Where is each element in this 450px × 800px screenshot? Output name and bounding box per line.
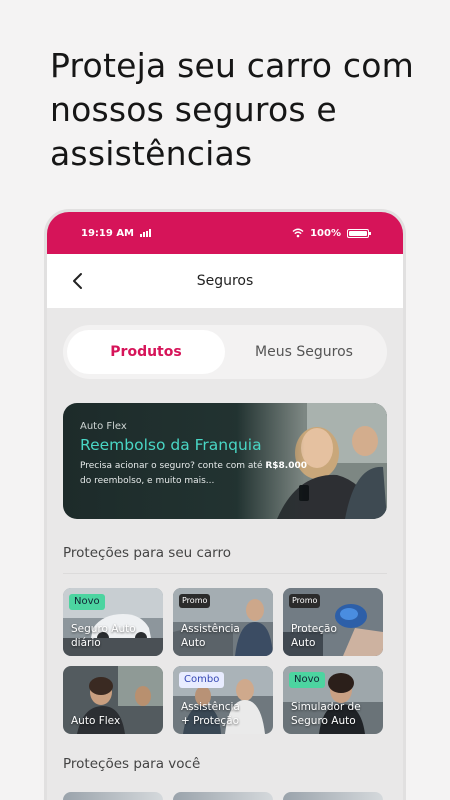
card-assistencia-protecao[interactable]: Combo Assistência + Proteção: [173, 666, 273, 734]
card-label: Simulador de Seguro Auto: [291, 701, 361, 727]
cell-signal-icon: [140, 229, 152, 237]
phone-mockup: 19:19 AM 100% Seguros Produtos Meus Segu…: [47, 212, 403, 800]
card-label: Assistência Auto: [181, 623, 240, 649]
card-assistencia-auto[interactable]: Promo Assistência Auto: [173, 588, 273, 656]
card-label: Seguro Auto diário: [71, 623, 136, 649]
page-title: Seguros: [196, 273, 254, 289]
card-seguro-auto-diario[interactable]: Novo Seguro Auto diário: [63, 588, 163, 656]
badge-combo: Combo: [179, 672, 225, 688]
status-time: 19:19 AM: [81, 227, 135, 239]
banner-kicker: Auto Flex: [80, 421, 127, 432]
card-label: Proteção Auto: [291, 623, 337, 649]
tab-meus-seguros[interactable]: Meus Seguros: [225, 330, 383, 374]
promo-banner-auto-flex[interactable]: Auto Flex Reembolso da Franquia Precisa …: [63, 403, 387, 519]
battery-icon: [347, 228, 371, 238]
status-bar: 19:19 AM 100%: [47, 212, 403, 254]
banner-description: Precisa acionar o seguro? conte com até …: [80, 461, 308, 486]
card-simulador-seguro-auto[interactable]: Novo Simulador de Seguro Auto: [283, 666, 383, 734]
card-partial[interactable]: [63, 792, 163, 800]
card-label: Assistência + Proteção: [181, 701, 240, 727]
badge-promo: Promo: [289, 594, 321, 608]
badge-novo: Novo: [69, 594, 105, 610]
card-auto-flex[interactable]: Auto Flex: [63, 666, 163, 734]
app-bar: Seguros: [47, 254, 403, 308]
page-headline: Proteja seu carro com nossos seguros e a…: [50, 46, 414, 173]
car-products-grid: Novo Seguro Auto diário Promo Assistência…: [63, 588, 387, 734]
tab-produtos[interactable]: Produtos: [67, 330, 225, 374]
back-arrow-icon[interactable]: [69, 271, 89, 291]
badge-novo: Novo: [289, 672, 325, 688]
card-label: Auto Flex: [71, 715, 121, 727]
personal-products-row: [63, 792, 387, 800]
card-partial[interactable]: [173, 792, 273, 800]
segmented-tabs: Produtos Meus Seguros: [63, 325, 387, 379]
card-protecao-auto[interactable]: Promo Proteção Auto: [283, 588, 383, 656]
wifi-icon: [292, 228, 304, 238]
section-title-you: Proteções para você: [63, 756, 201, 772]
card-partial[interactable]: [283, 792, 383, 800]
section-title-car: Proteções para seu carro: [63, 545, 387, 574]
battery-percent: 100%: [310, 227, 341, 239]
banner-title: Reembolso da Franquia: [80, 436, 262, 454]
badge-promo: Promo: [179, 594, 211, 608]
